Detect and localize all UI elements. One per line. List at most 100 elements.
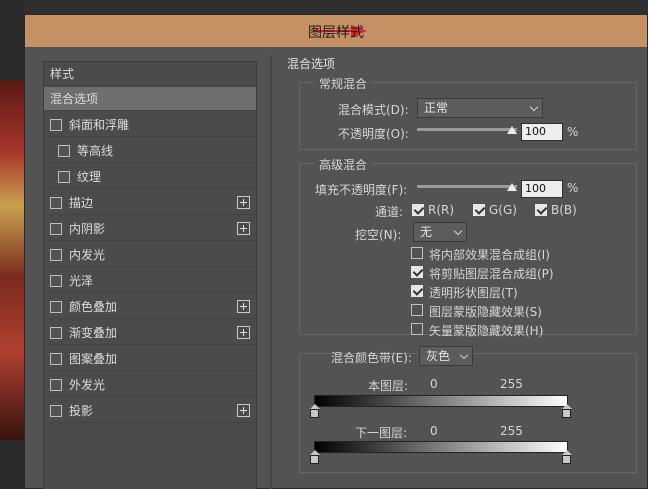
style-item-label: 图案叠加 [69, 352, 118, 366]
channel-g-label: G(G) [489, 203, 517, 217]
this-layer-black-stop[interactable] [310, 404, 320, 418]
style-item-label: 斜面和浮雕 [69, 118, 130, 132]
chevron-down-icon [453, 226, 463, 236]
checkbox[interactable] [50, 196, 62, 209]
opacity-slider-thumb[interactable] [507, 126, 517, 134]
style-item-inner-shadow[interactable]: 内阴影 [44, 217, 256, 241]
style-item-satin[interactable]: 光泽 [44, 269, 256, 293]
style-item-gradient-overlay[interactable]: 渐变叠加 [44, 321, 256, 345]
blend-options-item[interactable]: 混合选项 [44, 87, 256, 111]
style-item-label: 描边 [69, 196, 94, 210]
chevron-down-icon [459, 350, 469, 360]
knockout-select[interactable]: 无 [413, 222, 467, 242]
blend-if-value: 灰色 [426, 349, 451, 363]
style-item-label: 内阴影 [69, 222, 106, 236]
option-label: 图层蒙版隐藏效果(S) [429, 305, 542, 319]
underlying-layer-black-stop[interactable] [310, 450, 320, 464]
knockout-label: 挖空(N): [355, 228, 402, 242]
style-item-label: 投影 [69, 404, 94, 418]
channel-g-checkbox[interactable] [473, 204, 485, 216]
this-layer-max: 255 [500, 377, 523, 391]
style-item-label: 外发光 [69, 378, 106, 392]
underlying-layer-label: 下一图层: [355, 426, 408, 440]
add-icon[interactable] [237, 300, 250, 313]
styles-list: 样式 混合选项 斜面和浮雕 等高线 纹理 描边 内阴影 内发光 光泽 颜色叠加 … [43, 61, 257, 489]
fill-opacity-input[interactable]: 100 [521, 180, 563, 198]
knockout-value: 无 [420, 225, 433, 239]
option-label: 将剪贴图层混合成组(P) [429, 267, 554, 281]
add-icon[interactable] [237, 222, 250, 235]
style-item-outer-glow[interactable]: 外发光 [44, 373, 256, 397]
checkbox[interactable] [58, 170, 70, 183]
opacity-slider[interactable] [417, 128, 517, 131]
canvas-artwork [0, 80, 24, 440]
channel-r-label: R(R) [428, 203, 455, 217]
option-checkbox[interactable] [411, 304, 423, 316]
opacity-input[interactable]: 100 [521, 123, 563, 141]
option-checkbox[interactable] [411, 247, 423, 259]
checkbox[interactable] [50, 378, 62, 391]
style-item-drop-shadow[interactable]: 投影 [44, 399, 256, 423]
styles-header[interactable]: 样式 [44, 62, 256, 86]
add-icon[interactable] [237, 326, 250, 339]
advanced-blending-title: 高级混合 [315, 156, 372, 173]
opacity-label: 不透明度(O): [338, 127, 409, 141]
style-item-bevel[interactable]: 斜面和浮雕 [44, 113, 256, 137]
option-checkbox[interactable] [411, 266, 423, 278]
style-item-texture[interactable]: 纹理 [44, 165, 256, 189]
checkbox[interactable] [50, 326, 62, 339]
underlying-layer-min: 0 [430, 424, 438, 438]
blend-mode-label: 混合模式(D): [338, 103, 409, 117]
option-label: 矢量蒙版隐藏效果(H) [429, 324, 544, 338]
style-item-inner-glow[interactable]: 内发光 [44, 243, 256, 267]
option-checkbox[interactable] [411, 323, 423, 335]
style-item-label: 等高线 [77, 144, 114, 158]
opacity-unit: % [567, 125, 579, 139]
fill-opacity-slider-thumb[interactable] [507, 183, 517, 191]
this-layer-label: 本图层: [368, 379, 409, 393]
this-layer-gradient [314, 395, 568, 407]
channel-r-checkbox[interactable] [412, 204, 424, 216]
blend-mode-select[interactable]: 正常 [417, 98, 543, 118]
blend-if-select[interactable]: 灰色 [419, 346, 473, 366]
blend-options-label: 混合选项 [50, 92, 99, 106]
checkbox[interactable] [50, 118, 62, 131]
checkbox[interactable] [50, 222, 62, 235]
checkbox[interactable] [50, 300, 62, 313]
style-item-pattern-overlay[interactable]: 图案叠加 [44, 347, 256, 371]
checkbox[interactable] [50, 404, 62, 417]
channel-b-checkbox[interactable] [535, 204, 547, 216]
style-item-label: 渐变叠加 [69, 326, 118, 340]
option-checkbox[interactable] [411, 285, 423, 297]
blend-if-label: 混合颜色带(E): [331, 351, 412, 365]
blend-mode-value: 正常 [424, 101, 449, 115]
dialog-titlebar[interactable]: 图层样式 [25, 15, 647, 47]
fill-opacity-slider[interactable] [417, 185, 517, 188]
add-icon[interactable] [237, 196, 250, 209]
style-item-label: 光泽 [69, 274, 94, 288]
style-item-stroke[interactable]: 描边 [44, 191, 256, 215]
style-item-color-overlay[interactable]: 颜色叠加 [44, 295, 256, 319]
style-item-label: 纹理 [77, 170, 102, 184]
style-item-contour[interactable]: 等高线 [44, 139, 256, 163]
checkbox[interactable] [50, 274, 62, 287]
channel-b-label: B(B) [551, 203, 577, 217]
dialog-title: 图层样式 [308, 25, 364, 41]
underlying-layer-white-stop[interactable] [562, 450, 572, 464]
channels-label: 通道: [375, 205, 404, 219]
style-item-label: 内发光 [69, 248, 106, 262]
add-icon[interactable] [237, 404, 250, 417]
option-label: 将内部效果混合成组(I) [429, 248, 550, 262]
panel-divider [270, 55, 272, 489]
checkbox[interactable] [50, 248, 62, 261]
styles-header-label: 样式 [50, 67, 75, 81]
blend-options-title: 混合选项 [287, 57, 336, 71]
general-blending-title: 常规混合 [315, 75, 372, 92]
layer-style-dialog: 图层样式 样式 混合选项 斜面和浮雕 等高线 纹理 描边 内阴影 内发光 光泽 … [24, 14, 648, 489]
underlying-layer-gradient [314, 441, 568, 453]
checkbox[interactable] [58, 144, 70, 157]
option-label: 透明形状图层(T) [429, 286, 518, 300]
this-layer-white-stop[interactable] [562, 404, 572, 418]
checkbox[interactable] [50, 352, 62, 365]
this-layer-min: 0 [430, 377, 438, 391]
